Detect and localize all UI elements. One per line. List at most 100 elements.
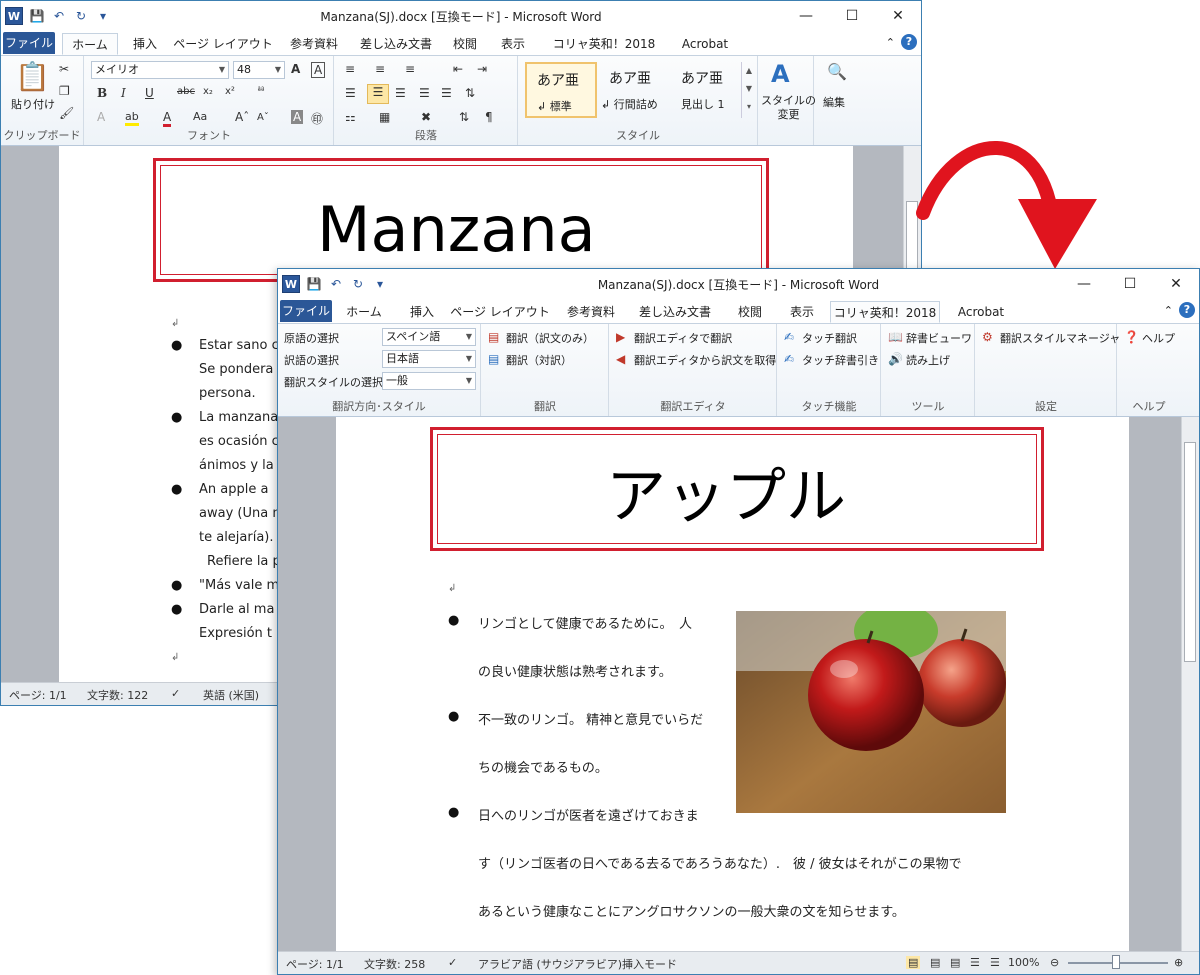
style-manager-icon[interactable]: ⚙ [982, 330, 993, 344]
draft-icon[interactable]: ☰ [990, 956, 1000, 969]
shrink-font-icon[interactable]: Aˇ [257, 112, 269, 123]
line-spacing-icon[interactable]: ⇅ [465, 86, 475, 100]
maximize-button[interactable]: ☐ [1107, 269, 1153, 299]
minimize-button[interactable]: — [1061, 269, 1107, 299]
change-styles-button[interactable]: スタイルの 変更 [761, 94, 816, 122]
translation-style-select[interactable]: 一般 ▼ [382, 372, 476, 390]
tab-home[interactable]: ホーム [62, 33, 118, 55]
tab-view[interactable]: 表示 [782, 301, 822, 323]
editing-button[interactable]: 編集 [823, 94, 845, 110]
change-size-icon[interactable]: Aa [193, 110, 207, 123]
style-no-spacing[interactable]: あア亜 ↲ 行間詰め [599, 62, 671, 118]
touch-dictionary-icon[interactable]: ✍ [784, 352, 794, 366]
tab-insert[interactable]: 挿入 [125, 33, 165, 55]
justify-icon[interactable]: ☰ [419, 86, 430, 100]
shading-icon[interactable]: ⚏ [345, 110, 356, 124]
subscript-icon[interactable]: x₂ [203, 86, 213, 97]
cut-icon[interactable]: ✂ [59, 62, 69, 76]
outline-icon[interactable]: ☰ [970, 956, 980, 969]
touch-translate-button[interactable]: タッチ翻訳 [802, 330, 857, 346]
clear-format-icon[interactable]: A [311, 62, 326, 78]
grow-font-icon[interactable]: A [291, 62, 300, 76]
align-left-icon[interactable]: ☰ [345, 86, 356, 100]
tab-view[interactable]: 表示 [493, 33, 533, 55]
editor-get-icon[interactable]: ◀ [616, 352, 625, 366]
editor-translate-button[interactable]: 翻訳エディタで翻訳 [634, 330, 732, 346]
tab-korya[interactable]: コリャ英和！2018 [541, 33, 667, 55]
font-color-icon[interactable]: A [163, 110, 172, 127]
style-normal[interactable]: あア亜 ↲ 標準 [525, 62, 597, 118]
tab-page-layout[interactable]: ページ レイアウト [450, 301, 550, 323]
print-layout-icon[interactable]: ▤ [906, 956, 921, 969]
ribbon-collapse-icon[interactable]: ⌃ [1164, 304, 1173, 317]
tab-acrobat[interactable]: Acrobat [948, 301, 1014, 323]
web-layout-icon[interactable]: ▤ [950, 956, 960, 969]
show-marks-icon[interactable]: ¶ [485, 110, 493, 124]
close-button[interactable]: ✕ [1153, 269, 1199, 299]
vertical-scrollbar[interactable] [1181, 417, 1199, 952]
paste-button[interactable]: 貼り付け [11, 96, 55, 112]
decrease-indent-icon[interactable]: ⇤ [453, 62, 463, 76]
enlarge-font-icon[interactable]: Aˆ [235, 110, 249, 124]
status-insert-mode[interactable]: 挿入モード [622, 956, 677, 972]
tab-file[interactable]: ファイル [280, 300, 332, 322]
font-name-select[interactable]: メイリオ ▼ [91, 61, 229, 79]
copy-icon[interactable]: ❐ [59, 84, 70, 98]
tab-korya[interactable]: コリャ英和！2018 [830, 301, 940, 323]
style-heading1[interactable]: あア亜 見出し 1 [671, 62, 741, 118]
dictionary-viewer-icon[interactable]: 📖 [888, 330, 903, 344]
italic-icon[interactable]: I [121, 86, 126, 100]
zoom-slider-handle[interactable] [1112, 955, 1120, 969]
maximize-button[interactable]: ☐ [829, 1, 875, 31]
change-case-icon[interactable]: ⎂ [257, 84, 265, 95]
close-button[interactable]: ✕ [875, 1, 921, 31]
translate-only-button[interactable]: 翻訳（訳文のみ） [506, 330, 594, 346]
read-aloud-button[interactable]: 読み上げ [906, 352, 950, 368]
ribbon-collapse-icon[interactable]: ⌃ [886, 36, 895, 49]
tab-review[interactable]: 校閲 [730, 301, 770, 323]
align-right-icon[interactable]: ☰ [395, 86, 406, 100]
status-words[interactable]: 文字数: 258 [364, 956, 425, 972]
font-size-select[interactable]: 48 ▼ [233, 61, 285, 79]
underline-icon[interactable]: U [145, 86, 154, 100]
editor-get-button[interactable]: 翻訳エディタから訳文を取得 [634, 352, 776, 368]
full-screen-icon[interactable]: ▤ [930, 956, 940, 969]
source-language-select[interactable]: スペイン語 ▼ [382, 328, 476, 346]
tab-review[interactable]: 校閲 [445, 33, 485, 55]
scroll-thumb[interactable] [1184, 442, 1196, 662]
editor-translate-icon[interactable]: ▶ [616, 330, 625, 344]
numbering-icon[interactable]: ≡ [375, 62, 385, 76]
asian-layout-icon[interactable]: ✖ [421, 110, 431, 124]
help-book-icon[interactable]: ❓ [1124, 330, 1139, 344]
touch-dictionary-button[interactable]: タッチ辞書引き [802, 352, 879, 368]
zoom-in-icon[interactable]: ⊕ [1174, 956, 1183, 969]
enclose-char-icon[interactable]: ㊞ [311, 110, 323, 127]
bold-icon[interactable]: B [97, 86, 107, 100]
minimize-button[interactable]: — [783, 1, 829, 31]
multilevel-icon[interactable]: ≡ [405, 62, 415, 76]
borders-icon[interactable]: ▦ [379, 110, 390, 124]
read-aloud-icon[interactable]: 🔊 [888, 352, 903, 366]
help-icon[interactable]: ? [901, 34, 917, 50]
help-icon[interactable]: ? [1179, 302, 1195, 318]
style-manager-button[interactable]: 翻訳スタイルマネージャ [1000, 330, 1120, 346]
proofing-icon[interactable]: ✓ [171, 687, 180, 700]
superscript-icon[interactable]: x² [225, 86, 235, 97]
status-words[interactable]: 文字数: 122 [87, 687, 148, 703]
status-page[interactable]: ページ: 1/1 [286, 956, 344, 972]
sort-icon[interactable]: ⇅ [459, 110, 469, 124]
help-button[interactable]: ヘルプ [1142, 330, 1175, 346]
tab-page-layout[interactable]: ページ レイアウト [173, 33, 273, 55]
distributed-icon[interactable]: ☰ [441, 86, 452, 100]
tab-references[interactable]: 参考資料 [281, 33, 347, 55]
strikethrough-icon[interactable]: abc [177, 86, 195, 97]
format-painter-icon[interactable]: 🖌 [59, 106, 74, 120]
increase-indent-icon[interactable]: ⇥ [477, 62, 487, 76]
paste-icon[interactable]: 📋 [15, 60, 50, 94]
translate-only-icon[interactable]: ▤ [488, 330, 499, 344]
tab-home[interactable]: ホーム [342, 301, 386, 323]
tab-mailings[interactable]: 差し込み文書 [634, 301, 716, 323]
proofing-icon[interactable]: ✓ [448, 956, 457, 969]
bullets-icon[interactable]: ≡ [345, 62, 355, 76]
status-zoom[interactable]: 100% [1008, 956, 1039, 969]
